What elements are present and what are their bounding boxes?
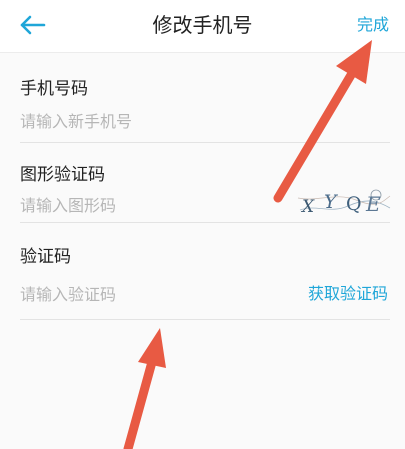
captcha-row: 图形验证码 X Y Q E <box>20 152 392 223</box>
sms-code-row: 验证码 获取验证码 <box>20 238 390 320</box>
captcha-image[interactable]: X Y Q E <box>296 186 392 218</box>
annotation-arrows <box>123 40 372 449</box>
captcha-label: 图形验证码 <box>20 165 105 185</box>
captcha-char-3: Q <box>346 193 362 215</box>
phone-input[interactable] <box>20 110 270 132</box>
captcha-char-1: X <box>300 197 315 217</box>
annotation-arrow-up-icon <box>123 328 166 449</box>
sms-code-label: 验证码 <box>20 247 71 267</box>
captcha-input[interactable] <box>20 194 250 216</box>
phone-label: 手机号码 <box>20 79 88 99</box>
phone-row: 手机号码 <box>20 70 390 143</box>
page-title: 修改手机号 <box>152 13 253 37</box>
done-button[interactable]: 完成 <box>357 12 389 38</box>
get-code-button[interactable]: 获取验证码 <box>308 283 388 305</box>
sms-code-input[interactable] <box>20 283 250 305</box>
captcha-char-4: E <box>365 192 381 216</box>
top-bar: 修改手机号 完成 <box>0 0 405 53</box>
